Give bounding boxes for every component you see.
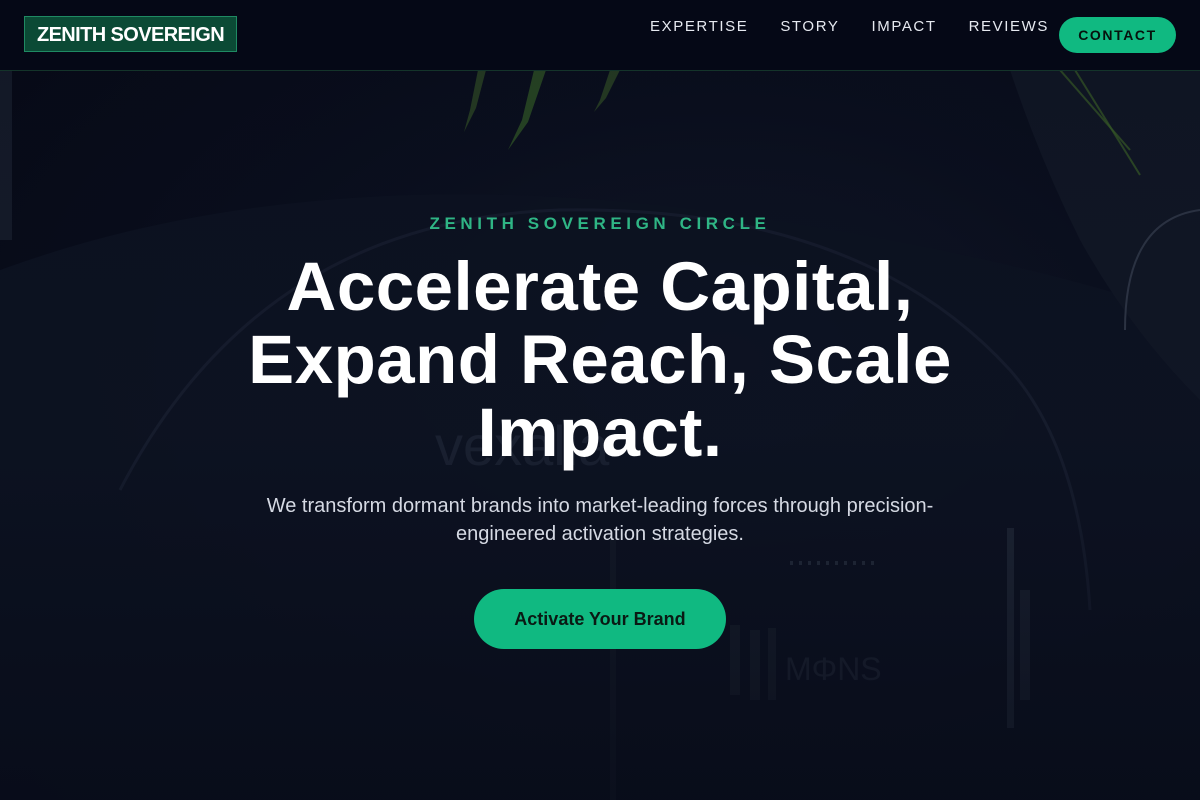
hero-subtext-line-1: We transform dormant brands into market-… xyxy=(266,495,934,517)
site-header: ZENITH SOVEREIGN EXPERTISE STORY IMPACT … xyxy=(0,0,1200,71)
nav-link-reviews[interactable]: REVIEWS xyxy=(969,18,1049,36)
hero-eyebrow: ZENITH SOVEREIGN CIRCLE xyxy=(429,214,771,233)
activate-brand-button[interactable]: Activate Your Brand xyxy=(474,589,726,649)
brand-logo[interactable]: ZENITH SOVEREIGN xyxy=(24,16,237,52)
nav-link-impact[interactable]: IMPACT xyxy=(871,18,936,36)
main-nav: EXPERTISE STORY IMPACT REVIEWS xyxy=(650,18,1049,36)
landing-page: vexalia MΦNS ZENITH SOVEREIGN EXPERTISE … xyxy=(0,0,1200,800)
nav-link-expertise[interactable]: EXPERTISE xyxy=(650,18,748,36)
nav-link-story[interactable]: STORY xyxy=(780,18,839,36)
hero-headline-line-2: Expand Reach, Scale xyxy=(248,321,952,398)
hero-headline-line-1: Accelerate Capital, xyxy=(286,248,914,325)
hero-subtext-line-2: engineered activation strategies. xyxy=(456,523,744,545)
hero-subtext: We transform dormant brands into market-… xyxy=(250,492,950,548)
hero-section: ZENITH SOVEREIGN CIRCLE Accelerate Capit… xyxy=(0,70,1200,800)
hero-headline-line-3: Impact. xyxy=(477,394,723,471)
contact-button[interactable]: CONTACT xyxy=(1059,17,1176,53)
hero-headline: Accelerate Capital, Expand Reach, Scale … xyxy=(200,250,1000,469)
